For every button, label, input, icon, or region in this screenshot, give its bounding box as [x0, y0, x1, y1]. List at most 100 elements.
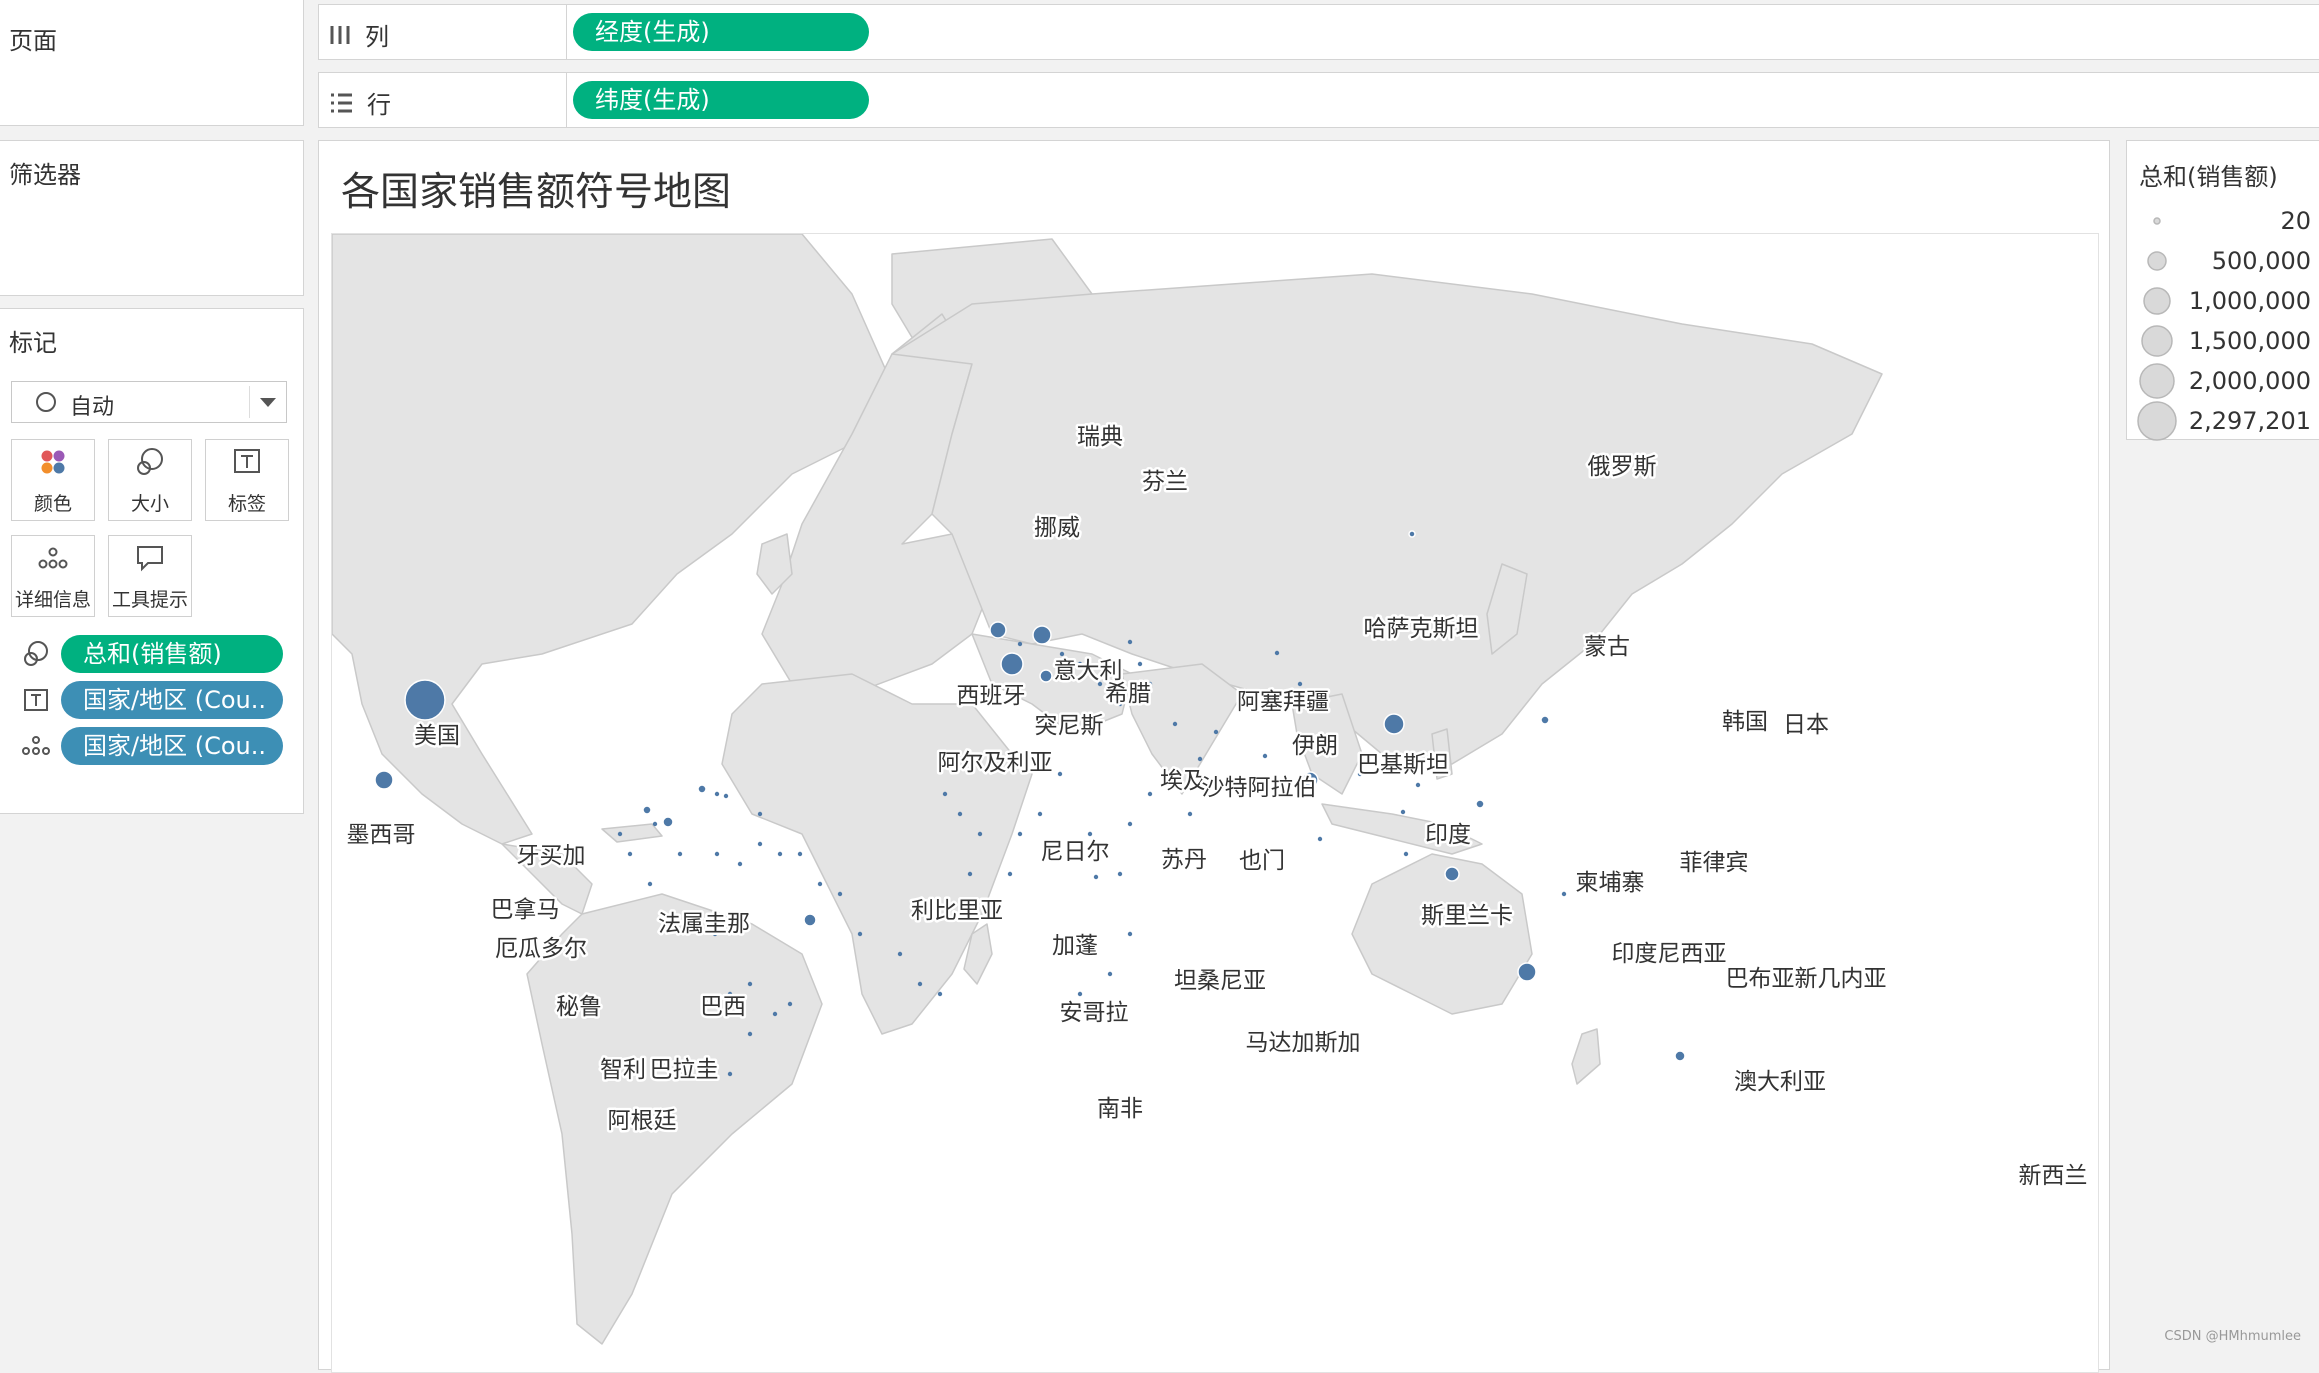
map-area[interactable]: 瑞典 芬兰 挪威 俄罗斯 哈萨克斯坦 蒙古 意大利 西班牙 希腊 阿塞拜疆 突尼斯 伊朗 美国 韩国 日本阿…	[331, 233, 2099, 1373]
sales-dot[interactable]	[917, 981, 923, 987]
filters-panel[interactable]: 筛选器	[0, 140, 304, 296]
size-encoding-icon	[21, 639, 51, 669]
sales-dot[interactable]	[1017, 831, 1023, 837]
sales-dot[interactable]	[747, 1031, 753, 1037]
sales-dot[interactable]	[1297, 681, 1303, 687]
color-icon	[12, 440, 94, 484]
sales-dot[interactable]	[1037, 811, 1043, 817]
sales-dot[interactable]	[652, 821, 658, 827]
sales-dot[interactable]	[1317, 836, 1323, 842]
legend-value: 2,297,201	[2188, 407, 2311, 435]
sales-dot[interactable]	[967, 871, 973, 877]
sales-dot[interactable]	[777, 851, 783, 857]
sales-dot[interactable]	[1187, 811, 1193, 817]
sales-bubble[interactable]	[989, 621, 1007, 639]
sales-dot[interactable]	[1017, 641, 1023, 647]
color-button[interactable]: 颜色	[11, 439, 95, 521]
sales-dot[interactable]	[627, 851, 633, 857]
sales-dot[interactable]	[942, 791, 948, 797]
sales-dot[interactable]	[1057, 771, 1063, 777]
sales-dot[interactable]	[1403, 851, 1409, 857]
sales-dot[interactable]	[1127, 821, 1133, 827]
sales-dot[interactable]	[797, 851, 803, 857]
country-label: 阿尔及利亚	[938, 750, 1053, 776]
pages-panel: 页面	[0, 0, 304, 126]
detail-icon	[12, 536, 94, 580]
sales-dot[interactable]	[1117, 871, 1123, 877]
sales-dot[interactable]	[1172, 721, 1178, 727]
sales-dot[interactable]	[1107, 971, 1113, 977]
latitude-pill[interactable]: 纬度(生成)	[573, 81, 869, 119]
sales-dot[interactable]	[714, 791, 720, 797]
sales-dot[interactable]	[1274, 650, 1280, 656]
sales-dot[interactable]	[1077, 991, 1083, 997]
sales-dot[interactable]	[1127, 639, 1133, 645]
sales-bubble[interactable]	[1540, 715, 1550, 725]
rows-icon	[331, 93, 352, 112]
longitude-pill[interactable]: 经度(生成)	[573, 13, 869, 51]
sales-bubble[interactable]	[404, 679, 446, 721]
label-button[interactable]: 标签	[205, 439, 289, 521]
sales-size-pill[interactable]: 总和(销售额)	[61, 635, 283, 673]
legend-item: 20	[2127, 201, 2319, 241]
detail-button[interactable]: 详细信息	[11, 535, 95, 617]
sales-dot[interactable]	[772, 1011, 778, 1017]
sales-bubble[interactable]	[1674, 1050, 1686, 1062]
sales-dot[interactable]	[723, 793, 729, 799]
sales-dot[interactable]	[897, 951, 903, 957]
sales-dot[interactable]	[757, 811, 763, 817]
legend-value: 500,000	[2211, 247, 2311, 275]
sales-dot[interactable]	[1059, 651, 1065, 657]
sales-bubble[interactable]	[1039, 669, 1053, 683]
sales-dot[interactable]	[647, 881, 653, 887]
sales-dot[interactable]	[1127, 931, 1133, 937]
sales-bubble[interactable]	[697, 784, 707, 794]
sales-dot[interactable]	[1561, 891, 1567, 897]
size-button[interactable]: 大小	[108, 439, 192, 521]
sales-dot[interactable]	[714, 851, 720, 857]
sales-bubble[interactable]	[642, 805, 652, 815]
sales-dot[interactable]	[977, 831, 983, 837]
sales-dot[interactable]	[1087, 831, 1093, 837]
sales-bubble[interactable]	[1032, 625, 1052, 645]
mark-type-dropdown[interactable]: 自动	[11, 381, 287, 423]
sales-dot[interactable]	[857, 931, 863, 937]
sales-bubble[interactable]	[1444, 866, 1460, 882]
sales-dot[interactable]	[817, 881, 823, 887]
sales-dot[interactable]	[1400, 809, 1406, 815]
sales-bubble[interactable]	[1475, 799, 1485, 809]
sales-dot[interactable]	[1213, 729, 1219, 735]
country-label-pill[interactable]: 国家/地区 (Cou..	[61, 681, 283, 719]
sales-dot[interactable]	[937, 991, 943, 997]
sales-dot[interactable]	[747, 981, 753, 987]
sales-dot[interactable]	[957, 811, 963, 817]
sales-bubble[interactable]	[374, 770, 394, 790]
country-label: 巴拿马	[491, 896, 560, 923]
sales-dot[interactable]	[727, 1071, 733, 1077]
sales-dot[interactable]	[1415, 782, 1421, 788]
sales-bubble[interactable]	[1383, 713, 1405, 735]
country-detail-pill[interactable]: 国家/地区 (Cou..	[61, 727, 283, 765]
sales-bubble[interactable]	[1517, 962, 1537, 982]
sales-dot[interactable]	[1262, 753, 1268, 759]
sales-bubble[interactable]	[803, 913, 817, 927]
sales-dot[interactable]	[737, 861, 743, 867]
pages-title: 页面	[9, 27, 57, 55]
sales-bubble[interactable]	[1408, 530, 1416, 538]
sales-dot[interactable]	[787, 1001, 793, 1007]
sales-dot[interactable]	[1007, 871, 1013, 877]
view-title: 各国家销售额符号地图	[341, 170, 732, 215]
sales-dot[interactable]	[1093, 874, 1099, 880]
sales-dot[interactable]	[757, 841, 763, 847]
tooltip-button[interactable]: 工具提示	[108, 535, 192, 617]
columns-shelf[interactable]: 列 经度(生成)	[318, 4, 2319, 60]
sales-bubble[interactable]	[662, 816, 674, 828]
rows-shelf[interactable]: 行 纬度(生成)	[318, 72, 2319, 128]
sales-dot[interactable]	[1147, 791, 1153, 797]
sales-dot[interactable]	[1137, 661, 1143, 667]
sales-dot[interactable]	[617, 831, 623, 837]
sales-dot[interactable]	[1197, 756, 1203, 762]
sales-dot[interactable]	[837, 891, 843, 897]
sales-bubble[interactable]	[1000, 652, 1024, 676]
sales-dot[interactable]	[677, 851, 683, 857]
